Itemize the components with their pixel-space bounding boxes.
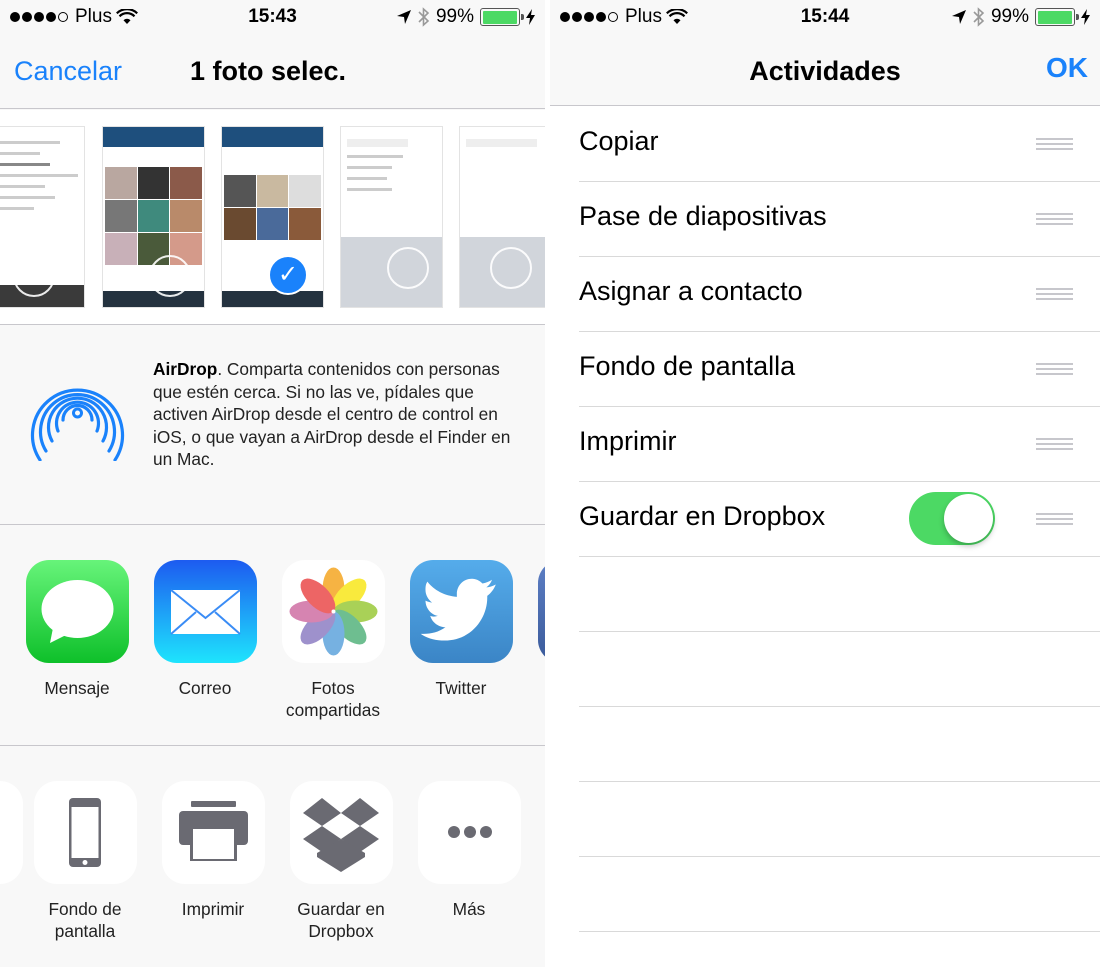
activities-list: Copiar Pase de diapositivas Asignar a co…	[579, 107, 1100, 932]
activity-label: Imprimir	[579, 426, 677, 456]
activity-label: Fondo de pantalla	[579, 351, 796, 381]
activity-row-dropbox[interactable]: Guardar en Dropbox	[579, 482, 1100, 557]
share-sheet-screen: Plus 15:43 99% Cancelar 1 foto selec. ✓ …	[0, 0, 545, 967]
reorder-handle-icon[interactable]	[1036, 513, 1073, 525]
messages-icon	[25, 560, 129, 663]
action-print[interactable]: Imprimir	[149, 781, 277, 920]
share-apps-row: Mensaje Correo Fotos compartidas Twitter	[0, 526, 545, 746]
share-app-label: Correo	[178, 678, 232, 698]
share-app-shared-photos[interactable]: Fotos compartidas	[269, 560, 397, 721]
reorder-handle-icon[interactable]	[1036, 363, 1073, 375]
activity-row-print[interactable]: Imprimir	[579, 407, 1100, 482]
facebook-icon	[537, 560, 545, 663]
ok-button[interactable]: OK	[1046, 52, 1088, 84]
more-icon	[417, 781, 521, 884]
location-arrow-icon	[951, 10, 966, 24]
share-app-label: Twitter	[435, 678, 487, 698]
battery-percent: 99%	[990, 6, 1029, 27]
empty-row	[579, 782, 1100, 857]
empty-row	[579, 857, 1100, 932]
cancel-button[interactable]: Cancelar	[14, 56, 122, 87]
battery-icon	[480, 8, 524, 26]
activities-screen: Plus 15:44 99% Actividades OK Copiar Pas…	[550, 0, 1100, 967]
activity-label: Asignar a contacto	[579, 276, 803, 306]
photo-thumbnail[interactable]	[0, 126, 85, 308]
location-arrow-icon	[396, 10, 411, 24]
photos-icon	[281, 560, 385, 663]
action-label: Guardar en Dropbox	[297, 899, 385, 941]
dropbox-toggle[interactable]	[909, 492, 995, 545]
action-label: Fondo de pantalla	[48, 899, 122, 941]
status-bar: Plus 15:44 99%	[550, 0, 1100, 34]
airdrop-title: AirDrop	[153, 359, 218, 379]
battery-percent: 99%	[435, 6, 474, 27]
mail-icon	[153, 560, 257, 663]
photo-thumbnail[interactable]	[102, 126, 205, 308]
phone-icon	[33, 781, 137, 884]
share-app-label: Fotos compartidas	[285, 678, 381, 720]
status-bar: Plus 15:43 99%	[0, 0, 545, 34]
charging-icon	[526, 9, 535, 25]
dropbox-icon	[289, 781, 393, 884]
airdrop-icon	[30, 388, 125, 461]
action-label: Más	[452, 899, 486, 919]
share-app-twitter[interactable]: Twitter	[397, 560, 525, 699]
share-app-messages[interactable]: Mensaje	[13, 560, 141, 699]
empty-row	[579, 632, 1100, 707]
nav-bar: Cancelar 1 foto selec.	[0, 34, 545, 109]
nav-title: 1 foto selec.	[190, 56, 347, 86]
empty-row	[579, 707, 1100, 782]
action-wallpaper[interactable]: Fondo de pantalla	[21, 781, 149, 942]
action-more[interactable]: Más	[405, 781, 533, 920]
toggle-knob	[944, 494, 993, 543]
share-app-partial[interactable]	[525, 560, 545, 663]
empty-row	[579, 557, 1100, 632]
actions-row: Fondo de pantalla Imprimir Guardar en Dr…	[0, 747, 545, 967]
reorder-handle-icon[interactable]	[1036, 438, 1073, 450]
activity-row-slideshow[interactable]: Pase de diapositivas	[579, 182, 1100, 257]
reorder-handle-icon[interactable]	[1036, 138, 1073, 150]
activity-row-wallpaper[interactable]: Fondo de pantalla	[579, 332, 1100, 407]
nav-title: Actividades	[749, 56, 901, 86]
photo-thumbnail-strip[interactable]: ✓	[0, 110, 545, 325]
nav-bar: Actividades OK	[550, 34, 1100, 106]
printer-icon	[161, 781, 265, 884]
photo-thumbnail[interactable]	[340, 126, 443, 308]
status-right: 99%	[951, 6, 1090, 28]
status-right: 99%	[396, 6, 535, 28]
partial-action-icon	[0, 781, 23, 884]
bluetooth-icon	[973, 7, 985, 27]
twitter-icon	[409, 560, 513, 663]
photo-thumbnail[interactable]	[459, 126, 545, 308]
reorder-handle-icon[interactable]	[1036, 288, 1073, 300]
activity-label: Guardar en Dropbox	[579, 501, 826, 531]
bluetooth-icon	[418, 7, 430, 27]
reorder-handle-icon[interactable]	[1036, 213, 1073, 225]
activity-row-assign-contact[interactable]: Asignar a contacto	[579, 257, 1100, 332]
airdrop-section: AirDrop. Comparta contenidos con persona…	[0, 326, 545, 525]
action-label: Imprimir	[181, 899, 245, 919]
charging-icon	[1081, 9, 1090, 25]
share-app-mail[interactable]: Correo	[141, 560, 269, 699]
battery-icon	[1035, 8, 1079, 26]
share-app-label: Mensaje	[44, 678, 110, 698]
activity-label: Pase de diapositivas	[579, 201, 827, 231]
action-dropbox[interactable]: Guardar en Dropbox	[277, 781, 405, 942]
photo-thumbnail-selected[interactable]: ✓	[221, 126, 324, 308]
selected-checkmark-icon: ✓	[268, 255, 308, 295]
airdrop-description: AirDrop. Comparta contenidos con persona…	[153, 358, 528, 471]
activity-row-copy[interactable]: Copiar	[579, 107, 1100, 182]
activity-label: Copiar	[579, 126, 659, 156]
